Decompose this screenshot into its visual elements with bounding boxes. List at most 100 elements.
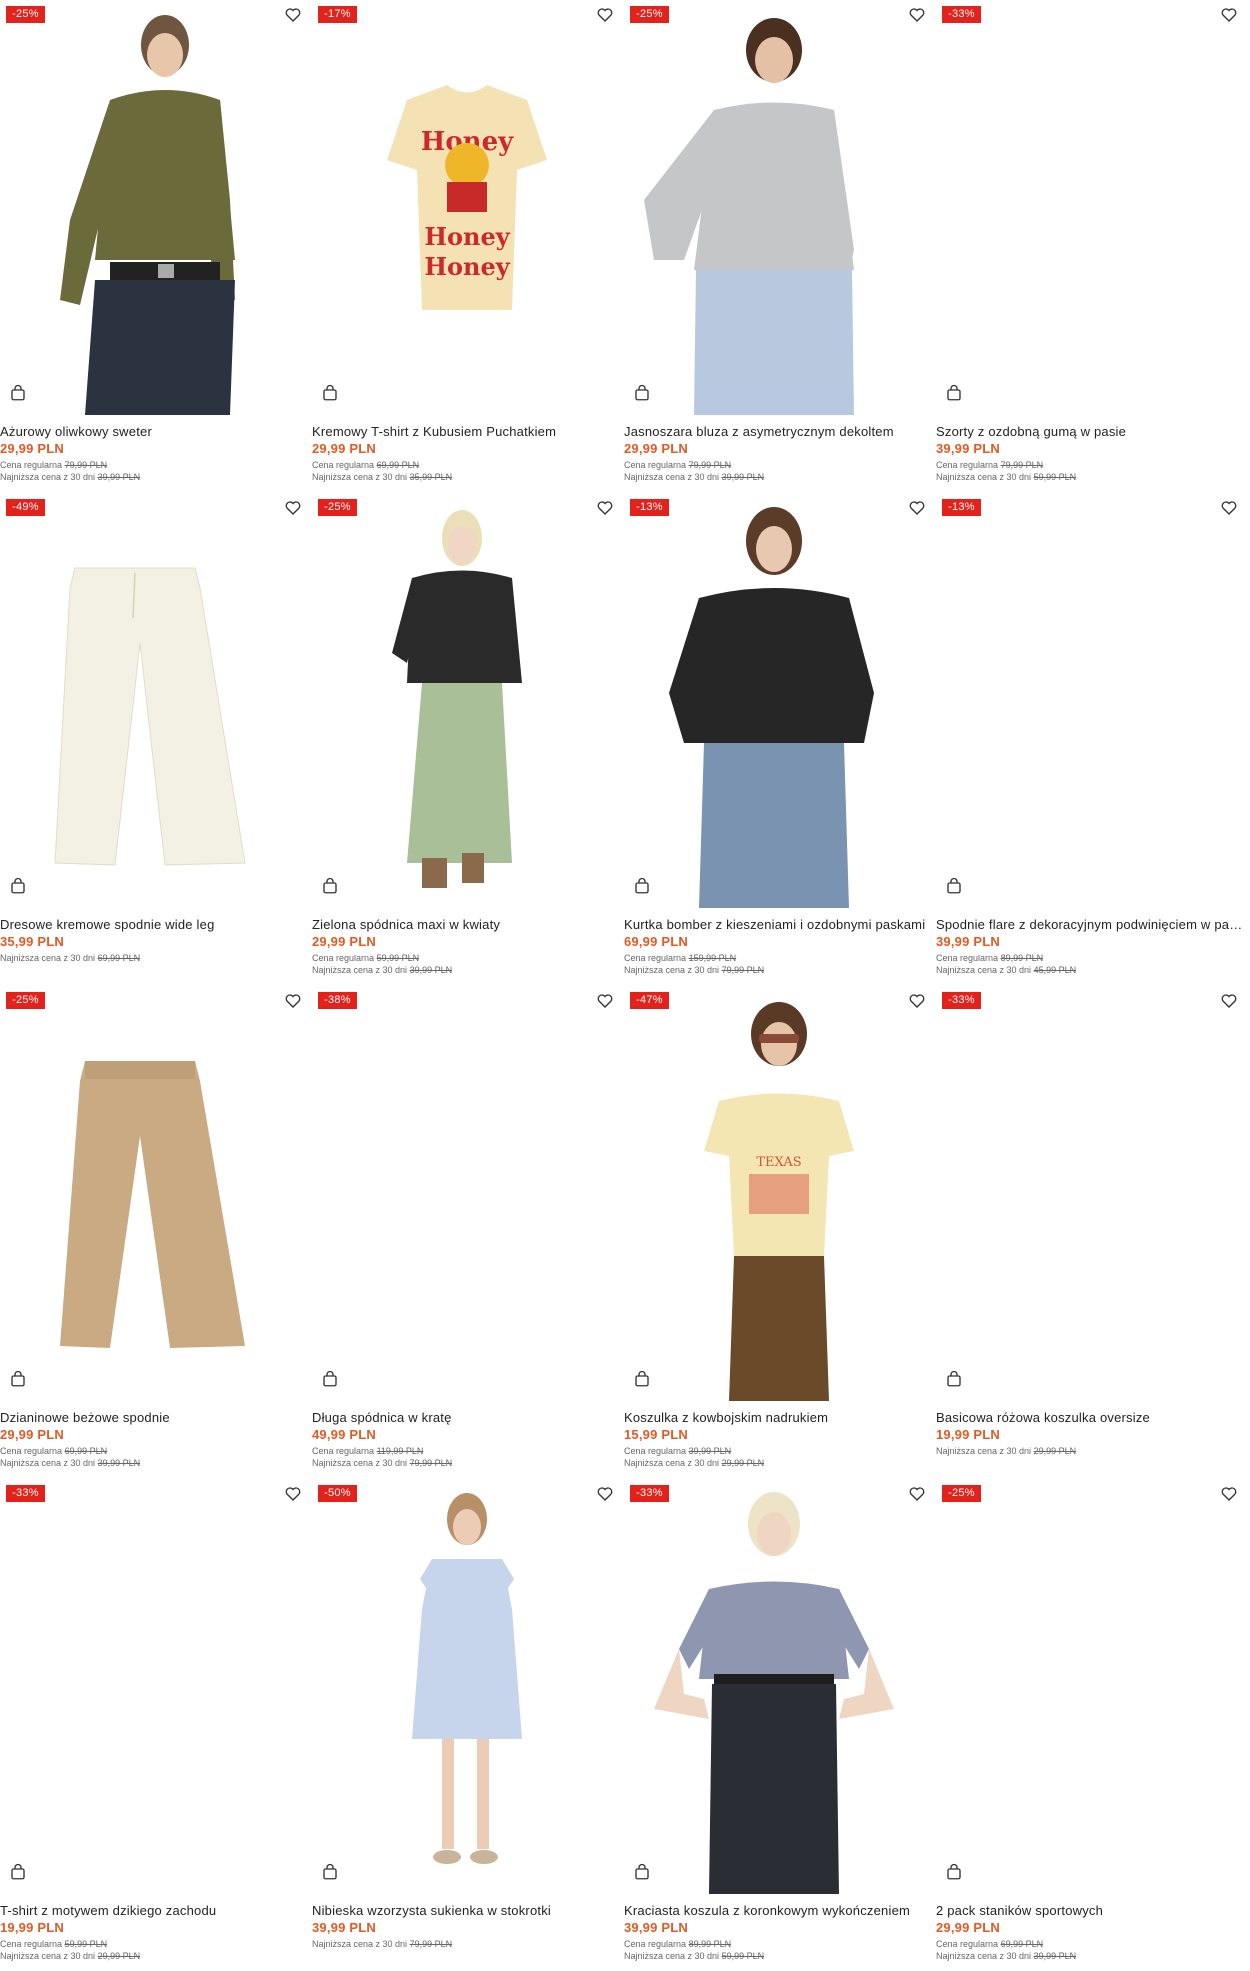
- shopping-bag-icon[interactable]: [945, 1370, 963, 1388]
- product-card[interactable]: Honey Honey Honey -17% Kremowy T-shirt z…: [312, 0, 622, 490]
- product-card[interactable]: -33% Szorty z ozdobną gumą w pasie 39,99…: [936, 0, 1246, 490]
- heart-outline-icon[interactable]: [596, 499, 614, 517]
- product-name[interactable]: Nibieska wzorzysta sukienka w stokrotki: [312, 1903, 620, 1918]
- lowest-price-line: Najniższa cena z 30 dni 79,99 PLN: [312, 1939, 452, 1949]
- lowest-price-value: 39,99 PLN: [97, 1458, 141, 1468]
- shopping-bag-icon[interactable]: [945, 877, 963, 895]
- product-card[interactable]: -25% Zielona spódnica maxi w kwiaty 29,9…: [312, 493, 622, 983]
- regular-price-value: 69,99 PLN: [64, 1446, 108, 1456]
- product-name[interactable]: Długa spódnica w kratę: [312, 1410, 620, 1425]
- lowest-price-value: 45,99 PLN: [1033, 965, 1077, 975]
- heart-outline-icon[interactable]: [596, 992, 614, 1010]
- product-name[interactable]: Kurtka bomber z kieszeniami i ozdobnymi …: [624, 917, 932, 932]
- heart-outline-icon[interactable]: [908, 992, 926, 1010]
- product-card[interactable]: -13% Spodnie flare z dekoracyjnym podwin…: [936, 493, 1246, 983]
- product-image[interactable]: [312, 1479, 622, 1894]
- product-price: 29,99 PLN: [312, 934, 376, 949]
- shopping-bag-icon[interactable]: [9, 384, 27, 402]
- shopping-bag-icon[interactable]: [633, 1863, 651, 1881]
- product-image[interactable]: [936, 986, 1246, 1401]
- product-image[interactable]: TEXAS: [624, 986, 934, 1401]
- product-name[interactable]: Kraciasta koszula z koronkowym wykończen…: [624, 1903, 932, 1918]
- heart-outline-icon[interactable]: [1220, 6, 1238, 24]
- regular-price-label: Cena regularna: [624, 460, 687, 470]
- product-card[interactable]: -33% T-shirt z motywem dzikiego zachodu …: [0, 1479, 310, 1969]
- heart-outline-icon[interactable]: [596, 1485, 614, 1503]
- lowest-price-label: Najniższa cena z 30 dni: [936, 1446, 1032, 1456]
- regular-price-value: 79,99 PLN: [64, 460, 108, 470]
- heart-outline-icon[interactable]: [908, 1485, 926, 1503]
- lowest-price-label: Najniższa cena z 30 dni: [624, 1458, 720, 1468]
- product-name[interactable]: Basicowa różowa koszulka oversize: [936, 1410, 1244, 1425]
- lowest-price-value: 59,99 PLN: [721, 1951, 765, 1961]
- regular-price-label: Cena regularna: [0, 1446, 63, 1456]
- product-image[interactable]: [0, 493, 310, 908]
- product-card[interactable]: -33% Basicowa różowa koszulka oversize 1…: [936, 986, 1246, 1476]
- product-name[interactable]: Szorty z ozdobną gumą w pasie: [936, 424, 1244, 439]
- product-name[interactable]: Ażurowy oliwkowy sweter: [0, 424, 308, 439]
- shopping-bag-icon[interactable]: [321, 877, 339, 895]
- regular-price-value: 89,99 PLN: [688, 1939, 732, 1949]
- product-card[interactable]: -33% Kraciasta koszula z koronkowym wyko…: [624, 1479, 934, 1969]
- heart-outline-icon[interactable]: [596, 6, 614, 24]
- product-image[interactable]: [0, 1479, 310, 1894]
- svg-text:TEXAS: TEXAS: [756, 1155, 801, 1170]
- heart-outline-icon[interactable]: [908, 499, 926, 517]
- product-card[interactable]: TEXAS -47% Koszulka z kowbojskim nadruki…: [624, 986, 934, 1476]
- product-card[interactable]: -25% Dzianinowe beżowe spodnie 29,99 PLN…: [0, 986, 310, 1476]
- shopping-bag-icon[interactable]: [9, 1370, 27, 1388]
- product-image[interactable]: [624, 0, 934, 415]
- product-name[interactable]: Zielona spódnica maxi w kwiaty: [312, 917, 620, 932]
- product-image[interactable]: [624, 1479, 934, 1894]
- heart-outline-icon[interactable]: [284, 6, 302, 24]
- lowest-price-line: Najniższa cena z 30 dni 79,99 PLN: [312, 1458, 452, 1468]
- regular-price-label: Cena regularna: [312, 953, 375, 963]
- shopping-bag-icon[interactable]: [633, 877, 651, 895]
- shopping-bag-icon[interactable]: [945, 384, 963, 402]
- product-card[interactable]: -25% Ażurowy oliwkowy sweter 29,99 PLN C…: [0, 0, 310, 490]
- regular-price-label: Cena regularna: [0, 1939, 63, 1949]
- heart-outline-icon[interactable]: [284, 499, 302, 517]
- product-image[interactable]: [312, 986, 622, 1401]
- shopping-bag-icon[interactable]: [633, 384, 651, 402]
- shopping-bag-icon[interactable]: [9, 877, 27, 895]
- product-name[interactable]: Koszulka z kowbojskim nadrukiem: [624, 1410, 932, 1425]
- shopping-bag-icon[interactable]: [945, 1863, 963, 1881]
- product-name[interactable]: Jasnoszara bluza z asymetrycznym dekolte…: [624, 424, 932, 439]
- product-image[interactable]: Honey Honey Honey: [312, 0, 622, 415]
- product-name[interactable]: Dresowe kremowe spodnie wide leg: [0, 917, 308, 932]
- heart-outline-icon[interactable]: [1220, 992, 1238, 1010]
- shopping-bag-icon[interactable]: [321, 384, 339, 402]
- heart-outline-icon[interactable]: [284, 1485, 302, 1503]
- product-image[interactable]: [0, 986, 310, 1401]
- product-image[interactable]: [624, 493, 934, 908]
- heart-outline-icon[interactable]: [1220, 499, 1238, 517]
- product-name[interactable]: 2 pack staników sportowych: [936, 1903, 1244, 1918]
- product-card[interactable]: -50% Nibieska wzorzysta sukienka w stokr…: [312, 1479, 622, 1969]
- product-card[interactable]: -13% Kurtka bomber z kieszeniami i ozdob…: [624, 493, 934, 983]
- heart-outline-icon[interactable]: [284, 992, 302, 1010]
- product-image[interactable]: [936, 1479, 1246, 1894]
- product-card[interactable]: -25% Jasnoszara bluza z asymetrycznym de…: [624, 0, 934, 490]
- product-card[interactable]: -25% 2 pack staników sportowych 29,99 PL…: [936, 1479, 1246, 1969]
- product-image[interactable]: [936, 0, 1246, 415]
- product-image[interactable]: [312, 493, 622, 908]
- product-card[interactable]: -49% Dresowe kremowe spodnie wide leg 35…: [0, 493, 310, 983]
- product-name[interactable]: Kremowy T-shirt z Kubusiem Puchatkiem: [312, 424, 620, 439]
- shopping-bag-icon[interactable]: [633, 1370, 651, 1388]
- heart-outline-icon[interactable]: [1220, 1485, 1238, 1503]
- product-image[interactable]: [936, 493, 1246, 908]
- product-name[interactable]: Dzianinowe beżowe spodnie: [0, 1410, 308, 1425]
- product-image[interactable]: [0, 0, 310, 415]
- regular-price-label: Cena regularna: [312, 1446, 375, 1456]
- product-name[interactable]: Spodnie flare z dekoracyjnym podwinięcie…: [936, 917, 1244, 932]
- product-name[interactable]: T-shirt z motywem dzikiego zachodu: [0, 1903, 308, 1918]
- shopping-bag-icon[interactable]: [321, 1370, 339, 1388]
- product-price: 19,99 PLN: [0, 1920, 64, 1935]
- product-card[interactable]: -38% Długa spódnica w kratę 49,99 PLN Ce…: [312, 986, 622, 1476]
- lowest-price-line: Najniższa cena z 30 dni 29,99 PLN: [624, 1458, 764, 1468]
- cream-tshirt-illustration: Honey Honey Honey: [387, 85, 547, 310]
- shopping-bag-icon[interactable]: [9, 1863, 27, 1881]
- shopping-bag-icon[interactable]: [321, 1863, 339, 1881]
- heart-outline-icon[interactable]: [908, 6, 926, 24]
